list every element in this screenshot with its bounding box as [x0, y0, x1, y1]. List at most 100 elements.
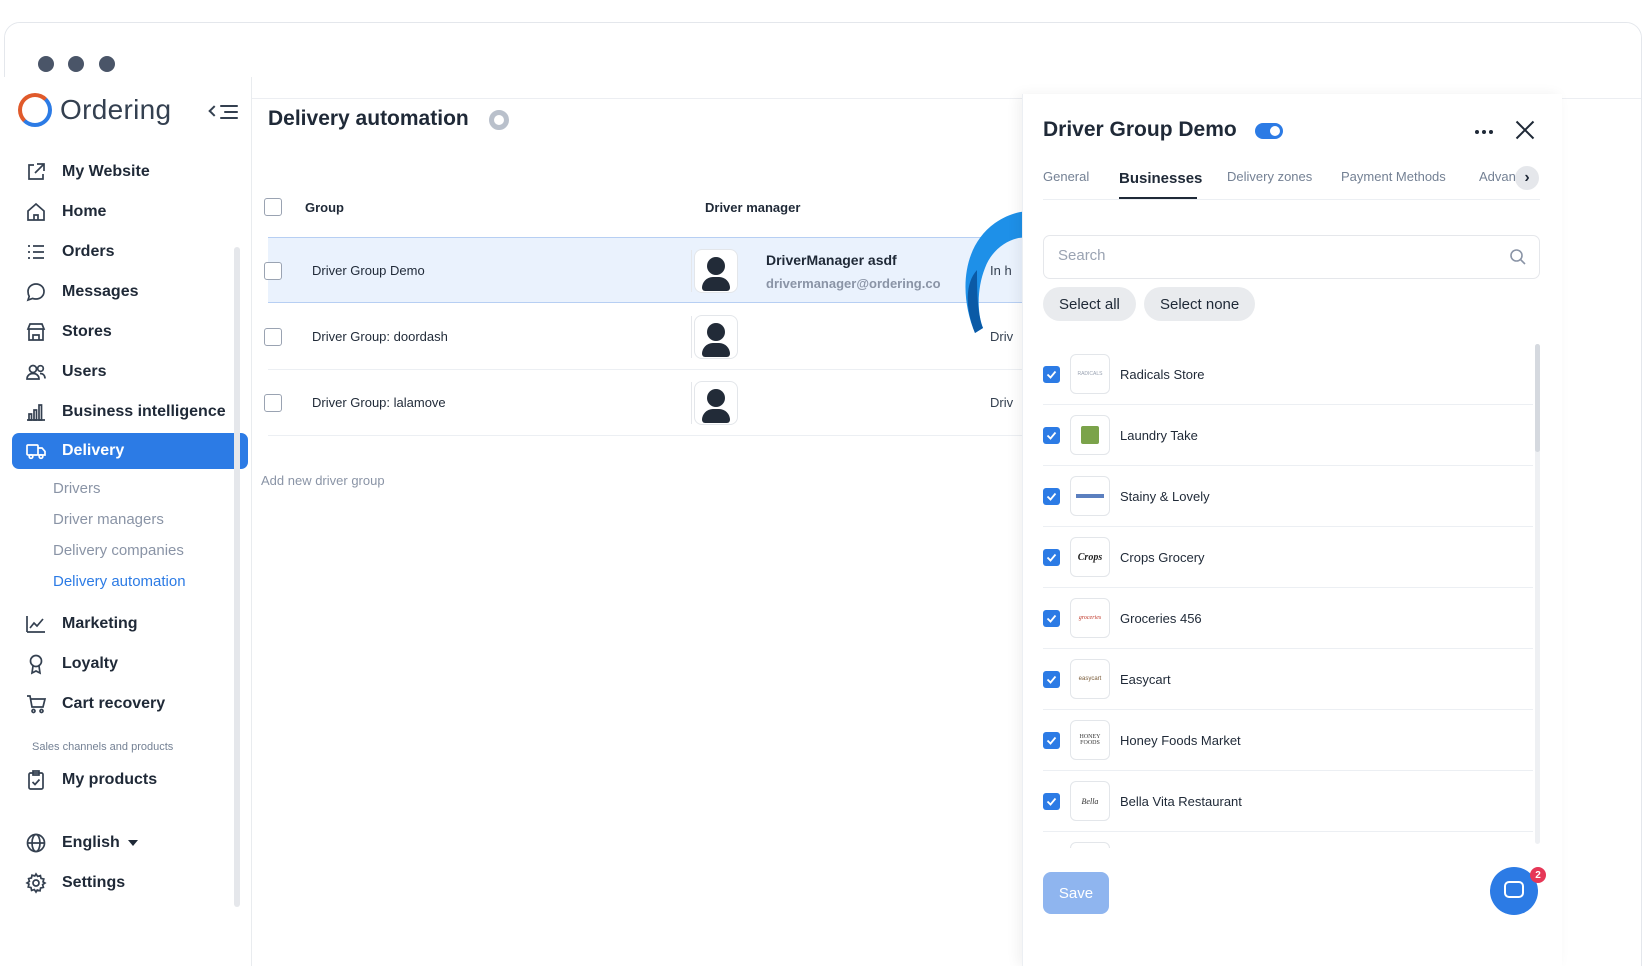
close-icon[interactable]	[1515, 120, 1535, 140]
list-item[interactable]: Stainy & Lovely	[1043, 466, 1533, 527]
sidebar-item-business-intelligence[interactable]: Business intelligence	[12, 394, 248, 430]
tab-businesses[interactable]: Businesses	[1119, 170, 1202, 187]
business-name: Stainy & Lovely	[1120, 489, 1210, 504]
sidebar-item-messages[interactable]: Messages	[12, 274, 248, 310]
sidebar: Ordering My Website Home Orders Messages…	[4, 77, 252, 966]
add-new-driver-group-link[interactable]: Add new driver group	[261, 473, 385, 488]
clipboard-check-icon	[24, 768, 48, 792]
row-checkbox[interactable]	[264, 328, 282, 346]
tab-delivery-zones[interactable]: Delivery zones	[1227, 169, 1312, 184]
sidebar-item-stores[interactable]: Stores	[12, 314, 248, 350]
sidebar-item-orders[interactable]: Orders	[12, 234, 248, 270]
panel-title: Driver Group Demo	[1043, 118, 1237, 141]
sidebar-item-home[interactable]: Home	[12, 194, 248, 230]
row-checkbox[interactable]	[264, 394, 282, 412]
business-logo: Bella	[1070, 781, 1110, 821]
sidebar-subitem-delivery-companies[interactable]: Delivery companies	[53, 542, 184, 559]
sidebar-subitem-delivery-automation[interactable]: Delivery automation	[53, 573, 186, 590]
sidebar-item-label: Cart recovery	[62, 695, 166, 712]
avatar	[694, 315, 738, 359]
list-item[interactable]: HONEY FOODS Honey Foods Market	[1043, 710, 1533, 771]
line-chart-icon	[24, 612, 48, 636]
sidebar-item-delivery[interactable]: Delivery	[12, 433, 248, 469]
list-item[interactable]: Bella Bella Vita Restaurant	[1043, 771, 1533, 832]
business-checkbox[interactable]	[1043, 549, 1060, 566]
sidebar-scrollbar[interactable]	[234, 247, 240, 907]
external-link-icon	[24, 160, 48, 184]
business-checkbox[interactable]	[1043, 366, 1060, 383]
select-all-button[interactable]: Select all	[1043, 287, 1136, 321]
tab-advanced[interactable]: Advan	[1479, 169, 1516, 184]
sidebar-item-label: Business intelligence	[62, 403, 226, 420]
tab-general[interactable]: General	[1043, 169, 1089, 184]
list-item[interactable]: Crops Crops Grocery	[1043, 527, 1533, 588]
sidebar-item-label: Loyalty	[62, 655, 119, 672]
ordering-logo-icon	[18, 93, 52, 127]
business-name: Laundry Take	[1120, 428, 1198, 443]
sidebar-item-label: Home	[62, 203, 107, 220]
list-item[interactable]: RADICALS Radicals Store	[1043, 344, 1533, 405]
business-name: Bella Vita Restaurant	[1120, 794, 1242, 809]
group-name: Driver Group: lalamove	[312, 395, 446, 410]
sidebar-item-my-products[interactable]: My products	[12, 762, 248, 798]
sidebar-item-label: Stores	[62, 323, 112, 340]
section-label: Sales channels and products	[32, 741, 174, 753]
sidebar-subitem-driver-managers[interactable]: Driver managers	[53, 511, 164, 528]
table-row[interactable]: Driver Group: doordash Driv	[264, 304, 1040, 370]
enabled-toggle[interactable]	[1255, 123, 1283, 139]
table-row[interactable]: Driver Group: lalamove Driv	[264, 370, 1040, 436]
row-checkbox[interactable]	[264, 262, 282, 280]
more-options-icon[interactable]	[1475, 130, 1493, 134]
tab-payment-methods[interactable]: Payment Methods	[1341, 169, 1446, 184]
business-name: Groceries 456	[1120, 611, 1202, 626]
business-checkbox[interactable]	[1043, 427, 1060, 444]
list-item[interactable]	[1043, 832, 1533, 848]
sidebar-item-marketing[interactable]: Marketing	[12, 606, 248, 642]
business-name: Crops Grocery	[1120, 550, 1205, 565]
truck-icon	[24, 439, 48, 463]
business-logo: Crops	[1070, 537, 1110, 577]
sidebar-item-settings[interactable]: Settings	[12, 865, 248, 901]
list-item[interactable]: easycart Easycart	[1043, 649, 1533, 710]
sidebar-item-my-website[interactable]: My Website	[12, 154, 248, 190]
list-item[interactable]: groceries Groceries 456	[1043, 588, 1533, 649]
business-checkbox[interactable]	[1043, 488, 1060, 505]
sidebar-item-label: Users	[62, 363, 107, 380]
sidebar-item-cart-recovery[interactable]: Cart recovery	[12, 686, 248, 722]
globe-icon	[24, 831, 48, 855]
business-checkbox[interactable]	[1043, 732, 1060, 749]
list-item[interactable]: Laundry Take	[1043, 405, 1533, 466]
select-none-button[interactable]: Select none	[1144, 287, 1256, 321]
avatar	[694, 381, 738, 425]
business-logo	[1070, 415, 1110, 455]
business-checkbox[interactable]	[1043, 610, 1060, 627]
save-button[interactable]: Save	[1043, 872, 1109, 914]
business-checkbox[interactable]	[1043, 671, 1060, 688]
search-icon[interactable]	[1509, 248, 1527, 266]
select-all-checkbox[interactable]	[264, 198, 282, 216]
window-dot-icon	[38, 56, 54, 72]
sidebar-item-users[interactable]: Users	[12, 354, 248, 390]
logo-text: Ordering	[60, 94, 172, 125]
cart-icon	[24, 692, 48, 716]
sidebar-item-label: Messages	[62, 283, 139, 300]
help-icon[interactable]	[489, 110, 509, 130]
sidebar-subitem-drivers[interactable]: Drivers	[53, 480, 101, 497]
driver-group-panel: Driver Group Demo General Businesses Del…	[1022, 94, 1562, 966]
column-header-driver-manager: Driver manager	[705, 200, 801, 215]
sidebar-item-loyalty[interactable]: Loyalty	[12, 646, 248, 682]
chat-icon	[24, 280, 48, 304]
main-content: Delivery automation Group Driver manager…	[250, 77, 1040, 966]
collapse-sidebar-button[interactable]	[208, 102, 238, 122]
search-input[interactable]	[1058, 247, 1478, 264]
driver-manager-email: drivermanager@ordering.co	[766, 276, 941, 291]
logo[interactable]: Ordering	[18, 93, 171, 127]
language-selector[interactable]: English	[12, 825, 248, 861]
chevron-right-icon[interactable]: ›	[1515, 166, 1539, 190]
business-list-scrollbar[interactable]	[1535, 344, 1540, 844]
column-header-group: Group	[305, 200, 344, 215]
users-icon	[24, 360, 48, 384]
table-row[interactable]: Driver Group Demo DriverManager asdf dri…	[264, 237, 1040, 303]
business-checkbox[interactable]	[1043, 793, 1060, 810]
window-dot-icon	[99, 56, 115, 72]
